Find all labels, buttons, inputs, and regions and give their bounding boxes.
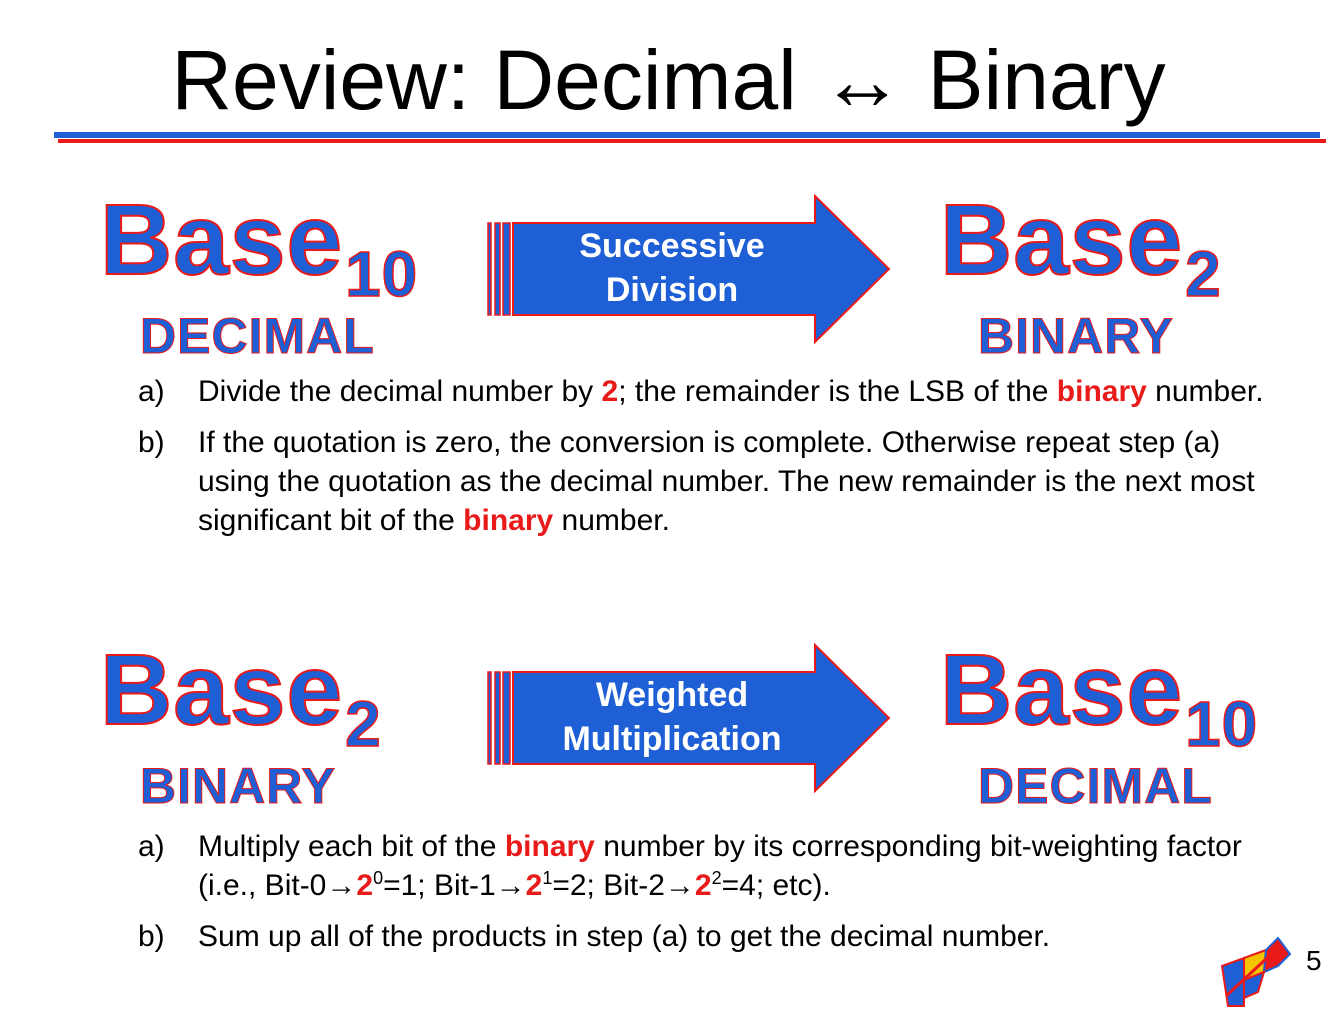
list-item: a) Divide the decimal number by 2; the r…	[138, 372, 1288, 411]
binary-word: BINARY	[140, 758, 336, 814]
arrow-label-line2: Multiplication	[562, 720, 782, 758]
binary-to-decimal-steps: a) Multiply each bit of the binary numbe…	[138, 827, 1288, 968]
logo-icon	[1218, 936, 1293, 1008]
highlight-text: binary	[1056, 375, 1147, 408]
slide-title: Review: Decimal ↔ Binary	[171, 33, 1166, 127]
list-item: a) Multiply each bit of the binary numbe…	[138, 827, 1288, 905]
arrow-label-line2: Division	[605, 271, 739, 309]
decimal-word: DECIMAL	[978, 758, 1213, 814]
list-item-text: Sum up all of the products in step (a) t…	[198, 920, 1051, 953]
binary-base-label: Base2	[99, 639, 382, 761]
title-underline-red	[58, 139, 1326, 143]
list-item-text: If the quotation is zero, the conversion…	[198, 426, 1255, 537]
base-subscript: 10	[1184, 687, 1259, 761]
binary-word: BINARY	[978, 308, 1174, 364]
list-item: b) Sum up all of the products in step (a…	[138, 917, 1288, 956]
decimal-word: DECIMAL	[140, 308, 375, 364]
highlight-text: 2	[356, 869, 374, 902]
exponent: 2	[711, 868, 722, 888]
binary-base-label: Base2	[939, 189, 1222, 311]
title-underline-blue	[54, 132, 1320, 138]
page-number: 5	[1306, 945, 1322, 976]
base-text: Base	[939, 634, 1184, 746]
weighted-multiplication-arrow: Weighted Multiplication	[485, 643, 895, 793]
exponent: 0	[373, 868, 384, 888]
base-text: Base	[99, 634, 344, 746]
arrow-label-line1: Weighted	[595, 676, 749, 714]
list-marker: b)	[138, 426, 165, 459]
list-marker: a)	[138, 375, 165, 408]
list-item-text: Multiply each bit of the binary number b…	[198, 830, 1242, 902]
decimal-base-label: Base10	[939, 639, 1258, 761]
successive-division-arrow: Successive Division	[485, 194, 895, 344]
highlight-text: 2	[601, 375, 619, 408]
list-item-text: Divide the decimal number by 2; the rema…	[198, 375, 1264, 408]
highlight-text: binary	[504, 830, 595, 863]
highlight-text: binary	[463, 504, 554, 537]
highlight-text: 2	[694, 869, 712, 902]
exponent: 1	[542, 868, 553, 888]
base-subscript: 2	[1184, 237, 1222, 311]
list-item: b) If the quotation is zero, the convers…	[138, 423, 1288, 540]
decimal-base-label: Base10	[99, 189, 418, 311]
arrow-label-line1: Successive	[579, 227, 765, 265]
base-subscript: 2	[344, 687, 382, 761]
base-text: Base	[939, 184, 1184, 296]
base-subscript: 10	[344, 237, 419, 311]
list-marker: b)	[138, 920, 165, 953]
base-text: Base	[99, 184, 344, 296]
highlight-text: 2	[525, 869, 543, 902]
decimal-to-binary-steps: a) Divide the decimal number by 2; the r…	[138, 372, 1288, 552]
list-marker: a)	[138, 830, 165, 863]
